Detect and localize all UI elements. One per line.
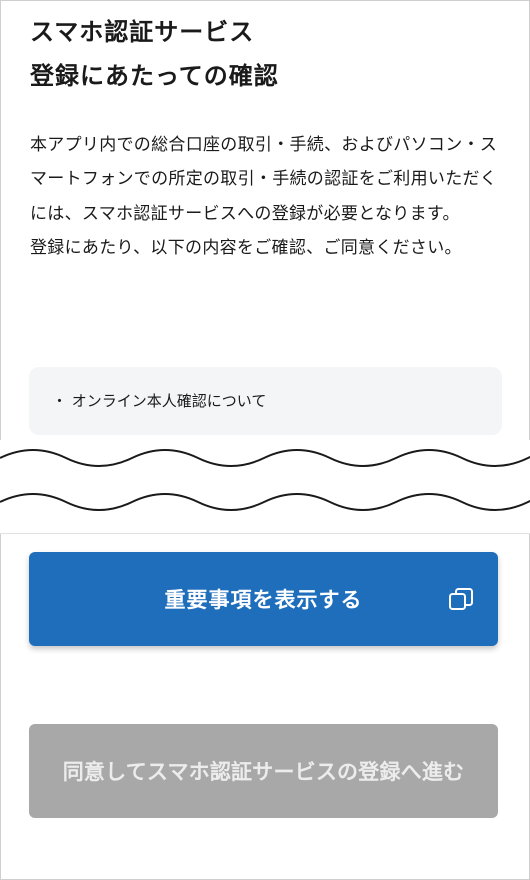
omitted-content-wave-separator [0, 440, 530, 534]
external-window-icon [449, 588, 473, 610]
description: 本アプリ内での総合口座の取引・手続、およびパソコン・スマートフォンでの所定の取引… [30, 128, 502, 266]
agree-and-register-label: 同意してスマホ認証サービスの登録へ進む [62, 760, 465, 784]
page-title-line2: 登録にあたっての確認 [30, 62, 279, 90]
page-title: スマホ認証サービス 登録にあたっての確認 [30, 10, 279, 98]
description-paragraph-2: 登録にあたり、以下の内容をご確認、ご同意ください。 [30, 238, 462, 259]
show-important-items-label: 重要事項を表示する [164, 588, 363, 612]
page-title-line1: スマホ認証サービス [30, 18, 255, 46]
agree-and-register-button[interactable]: 同意してスマホ認証サービスの登録へ進む [29, 724, 498, 818]
section-divider [0, 533, 530, 534]
show-important-items-button[interactable]: 重要事項を表示する [29, 552, 498, 646]
notice-item-online-identity: ・ オンライン本人確認について [52, 392, 267, 410]
description-paragraph-1: 本アプリ内での総合口座の取引・手続、およびパソコン・スマートフォンでの所定の取引… [30, 135, 498, 224]
